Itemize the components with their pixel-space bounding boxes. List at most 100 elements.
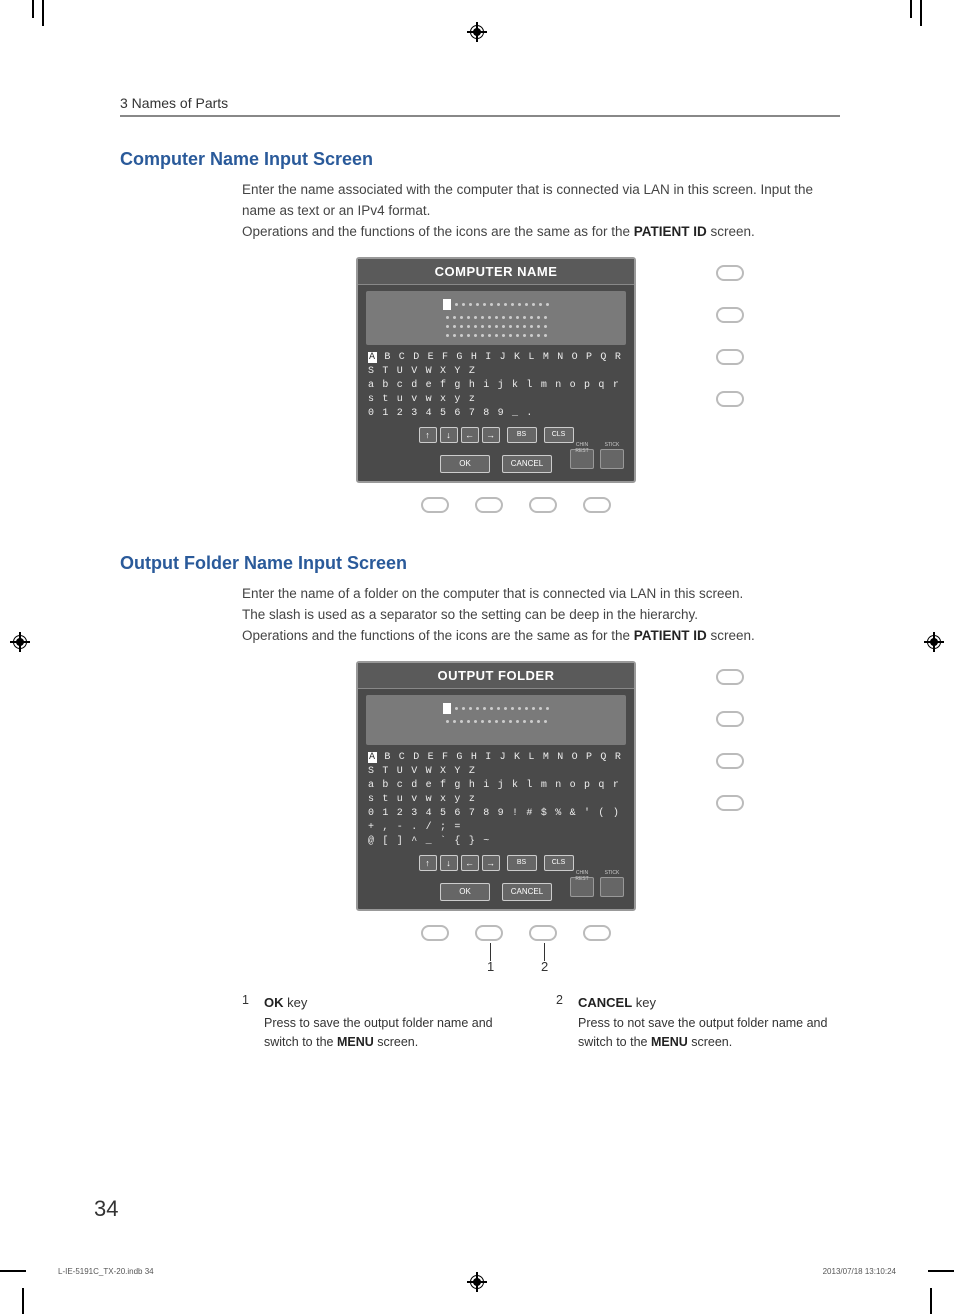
stick-icon: STICK	[600, 449, 624, 469]
arrow-down-icon: ↓	[440, 855, 458, 871]
registration-mark-icon	[467, 1272, 487, 1292]
ref-patient-id: PATIENT ID	[634, 224, 707, 239]
hardware-button	[716, 669, 744, 685]
screen-output-folder: OUTPUT FOLDER A B C D E F G H I J K L M …	[356, 661, 636, 911]
arrow-up-icon: ↑	[419, 427, 437, 443]
section-body: Enter the name associated with the compu…	[242, 180, 840, 243]
arrow-left-icon: ←	[461, 855, 479, 871]
arrow-right-icon: →	[482, 427, 500, 443]
arrow-right-icon: →	[482, 855, 500, 871]
crop-mark	[32, 0, 34, 18]
chin-rest-icon: CHIN REST	[570, 877, 594, 897]
page-number: 34	[94, 1196, 118, 1222]
ref-menu: MENU	[337, 1035, 374, 1049]
screen-computer-name: COMPUTER NAME A B C D E F G H I J K L M …	[356, 257, 636, 483]
legend-desc: screen.	[374, 1035, 418, 1049]
hardware-button	[716, 795, 744, 811]
ok-button: OK	[440, 883, 490, 901]
chin-rest-icon: CHIN REST	[570, 449, 594, 469]
crop-mark	[0, 1270, 26, 1272]
ref-menu: MENU	[651, 1035, 688, 1049]
cls-button: CLS	[544, 855, 574, 871]
arrow-row: ↑ ↓ ← → BS CLS	[358, 427, 634, 443]
paragraph: screen.	[707, 224, 755, 239]
legend-key-suffix: key	[284, 995, 308, 1010]
side-hardware-buttons	[716, 265, 744, 407]
arrow-down-icon: ↓	[440, 427, 458, 443]
hardware-button	[475, 497, 503, 513]
chars-digits: 0 1 2 3 4 5 6 7 8 9 ! # $ % & ' ( ) + , …	[368, 807, 624, 835]
character-palette: A B C D E F G H I J K L M N O P Q R S T …	[368, 351, 624, 421]
hardware-button	[716, 265, 744, 281]
callout-number: 1	[487, 959, 494, 974]
paragraph: Enter the name associated with the compu…	[242, 182, 813, 218]
section-title-output-folder: Output Folder Name Input Screen	[120, 553, 840, 574]
paragraph: Enter the name of a folder on the comput…	[242, 586, 743, 601]
hardware-button	[583, 497, 611, 513]
paragraph: Operations and the functions of the icon…	[242, 628, 634, 643]
hardware-button-ok: 1	[475, 925, 503, 941]
bottom-row: OK CANCEL CHIN REST STICK	[358, 877, 634, 909]
legend-number: 2	[556, 993, 568, 1052]
crop-mark	[42, 0, 44, 26]
callout-number: 2	[541, 959, 548, 974]
hardware-button	[529, 497, 557, 513]
crop-mark	[910, 0, 912, 18]
chapter-heading: 3 Names of Parts	[120, 95, 840, 117]
paragraph: The slash is used as a separator so the …	[242, 607, 698, 622]
hardware-button-cancel: 2	[529, 925, 557, 941]
device-illustration-output-folder: OUTPUT FOLDER A B C D E F G H I J K L M …	[356, 661, 696, 941]
cancel-button: CANCEL	[502, 455, 552, 473]
hardware-button	[716, 753, 744, 769]
legend-item-cancel: 2 CANCEL key Press to not save the outpu…	[556, 993, 840, 1052]
hardware-button	[583, 925, 611, 941]
crop-mark	[22, 1288, 24, 1314]
hardware-button	[716, 307, 744, 323]
legend-desc: screen.	[688, 1035, 732, 1049]
crop-mark	[930, 1288, 932, 1314]
arrow-row: ↑ ↓ ← → BS CLS	[358, 855, 634, 871]
screen-title: COMPUTER NAME	[358, 259, 634, 285]
cls-button: CLS	[544, 427, 574, 443]
footer-right: 2013/07/18 13:10:24	[823, 1267, 896, 1276]
text-cursor	[443, 299, 451, 310]
device-illustration-computer-name: COMPUTER NAME A B C D E F G H I J K L M …	[356, 257, 696, 513]
section-title-computer-name: Computer Name Input Screen	[120, 149, 840, 170]
hardware-button	[716, 391, 744, 407]
arrow-up-icon: ↑	[419, 855, 437, 871]
legend-number: 1	[242, 993, 254, 1052]
crop-mark	[928, 1270, 954, 1272]
paragraph: screen.	[707, 628, 755, 643]
registration-mark-icon	[467, 22, 487, 42]
hardware-button	[716, 711, 744, 727]
legend-key-name: CANCEL	[578, 995, 632, 1010]
arrow-left-icon: ←	[461, 427, 479, 443]
paragraph: Operations and the functions of the icon…	[242, 224, 634, 239]
registration-mark-icon	[924, 632, 944, 652]
character-palette: A B C D E F G H I J K L M N O P Q R S T …	[368, 751, 624, 849]
bottom-hardware-buttons: 1 2	[336, 925, 696, 941]
screen-title: OUTPUT FOLDER	[358, 663, 634, 689]
section-body: Enter the name of a folder on the comput…	[242, 584, 840, 647]
legend-key-suffix: key	[632, 995, 656, 1010]
hardware-button	[421, 925, 449, 941]
legend: 1 OK key Press to save the output folder…	[242, 993, 840, 1052]
legend-key-name: OK	[264, 995, 284, 1010]
hardware-button	[421, 497, 449, 513]
hardware-button	[716, 349, 744, 365]
chars-lower: a b c d e f g h i j k l m n o p q r s t …	[368, 379, 624, 407]
text-input-area	[366, 695, 626, 745]
registration-mark-icon	[10, 632, 30, 652]
ok-button: OK	[440, 455, 490, 473]
text-cursor	[443, 703, 451, 714]
legend-item-ok: 1 OK key Press to save the output folder…	[242, 993, 526, 1052]
chars-lower: a b c d e f g h i j k l m n o p q r s t …	[368, 779, 624, 807]
footer-left: L-IE-5191C_TX-20.indb 34	[58, 1267, 154, 1276]
chars-digits: 0 1 2 3 4 5 6 7 8 9 _ .	[368, 407, 624, 421]
crop-mark	[920, 0, 922, 26]
bs-button: BS	[507, 855, 537, 871]
cancel-button: CANCEL	[502, 883, 552, 901]
text-input-area	[366, 291, 626, 345]
bs-button: BS	[507, 427, 537, 443]
chars-symbols: @ [ ] ^ _ ` { } ~	[368, 835, 624, 849]
